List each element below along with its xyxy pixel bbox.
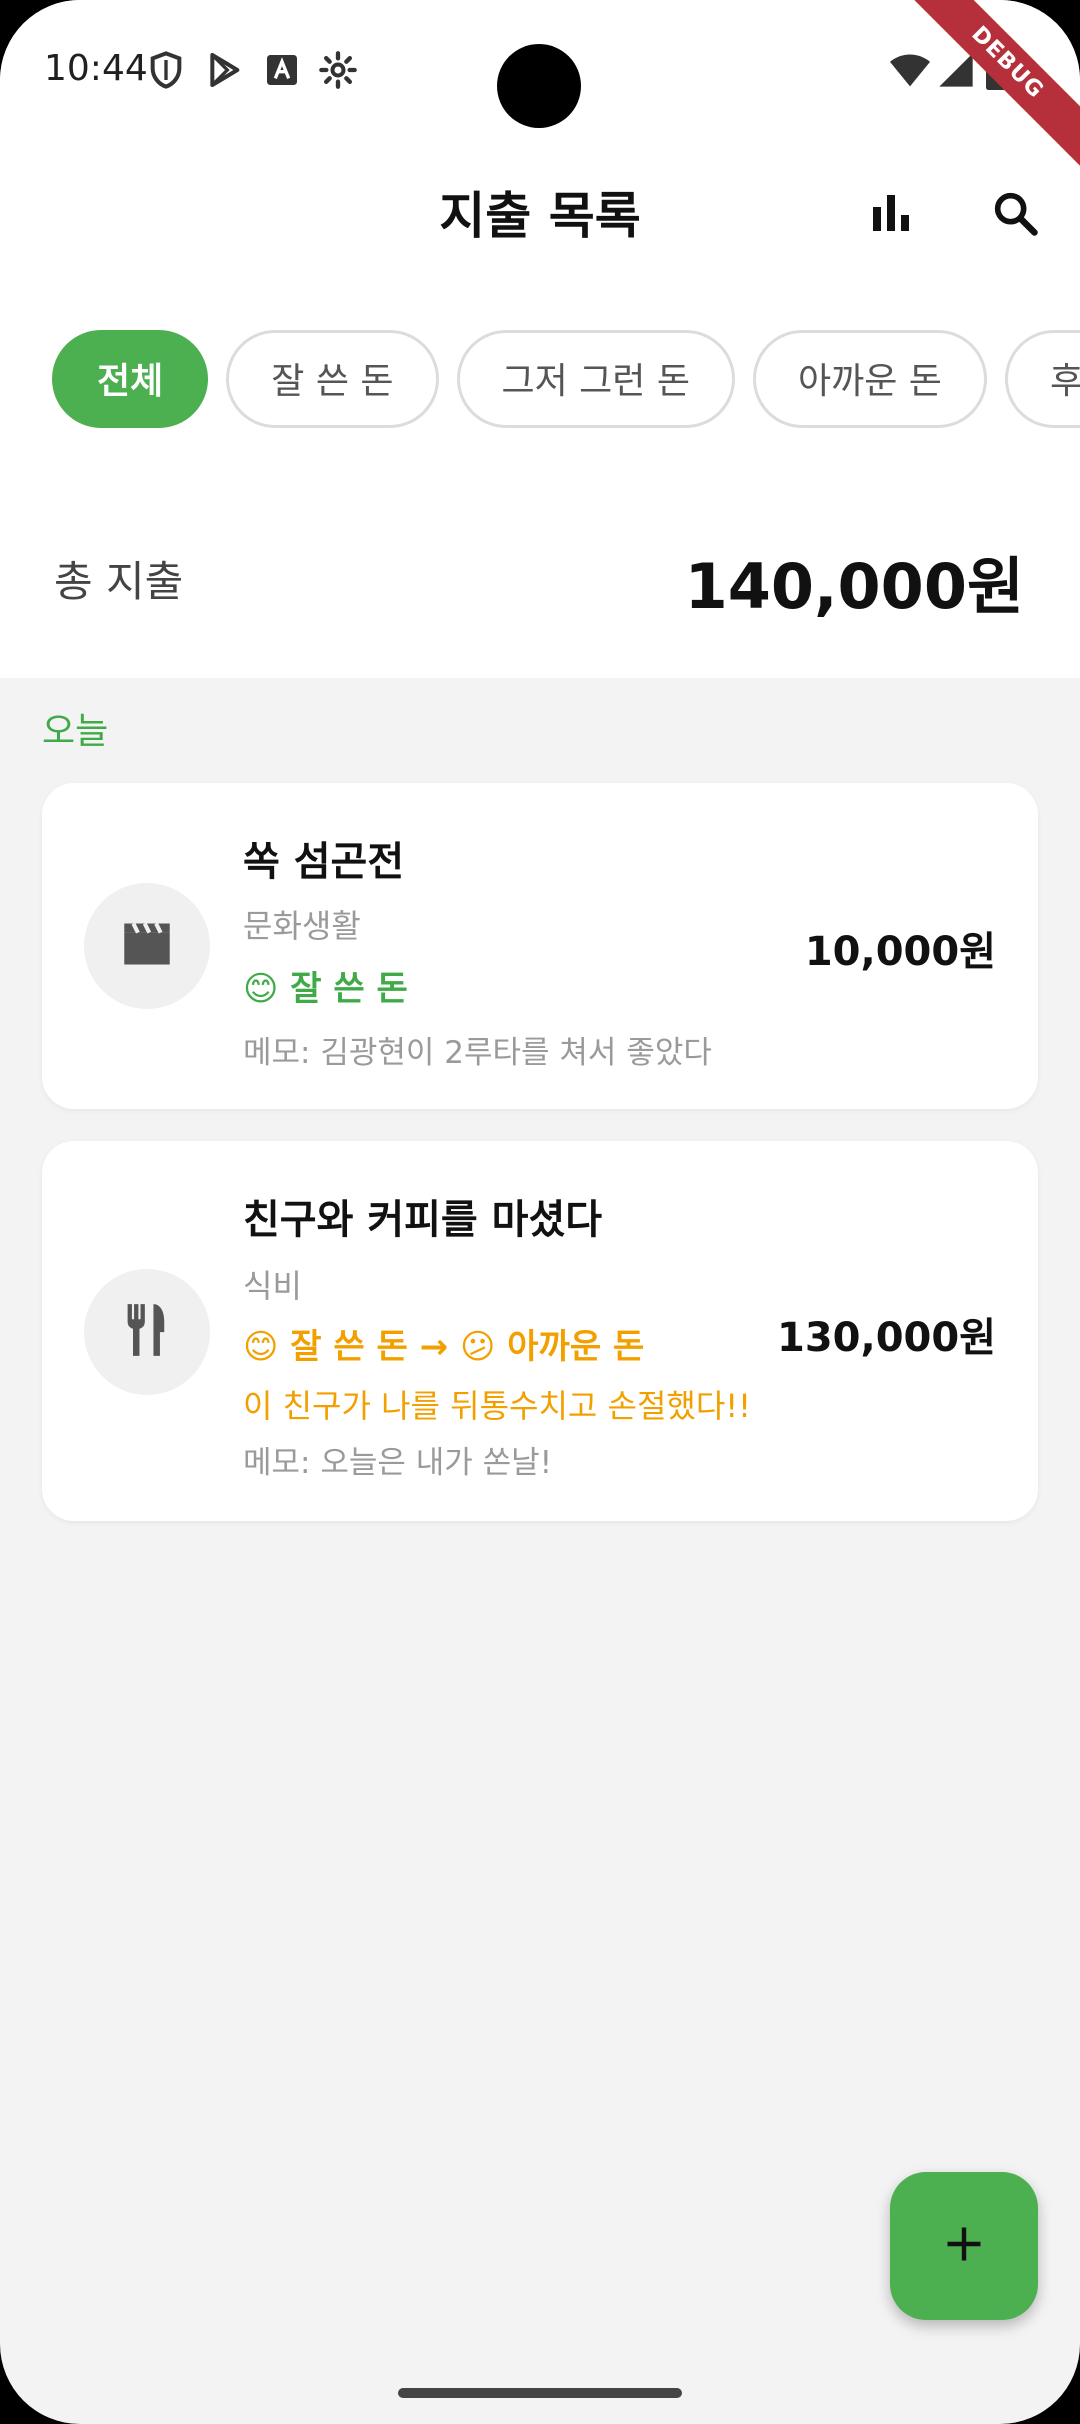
filter-chips: 전체 잘 쓴 돈 그저 그런 돈 아까운 돈후 xyxy=(52,330,1080,434)
evaluation-from: 😊 잘 쓴 돈 xyxy=(243,1327,408,1367)
add-expense-button[interactable] xyxy=(890,2172,1038,2320)
camera-cutout xyxy=(497,44,581,128)
statistics-button[interactable] xyxy=(856,180,926,250)
category-icon-circle xyxy=(84,1269,210,1395)
expense-card[interactable]: 친구와 커피를 마셨다 식비 😊 잘 쓴 돈 → 😕 아까운 돈 이 친구가 나… xyxy=(42,1141,1038,1521)
status-time: 10:44 xyxy=(44,48,148,89)
status-bar: 10:44 DEBUG xyxy=(0,0,1080,181)
wifi-icon xyxy=(888,50,932,90)
date-section-label: 오늘 xyxy=(42,711,109,752)
expense-evaluation: 😊 잘 쓴 돈 xyxy=(243,969,408,1009)
total-label: 총 지출 xyxy=(54,557,184,606)
expense-card[interactable]: 쏙 섬곤전 문화생활 😊 잘 쓴 돈 메모: 김광현이 2루타를 쳐서 좋았다 … xyxy=(42,783,1038,1109)
movie-clapper-icon xyxy=(119,919,175,973)
expense-category: 문화생활 xyxy=(243,907,361,945)
play-store-icon xyxy=(204,50,244,90)
expense-category: 식비 xyxy=(243,1267,302,1305)
chip-so-so-money[interactable]: 그저 그런 돈 xyxy=(456,330,735,428)
evaluation-arrow: → xyxy=(419,1327,449,1367)
expense-title: 친구와 커피를 마셨다 xyxy=(243,1197,603,1243)
chip-good-money[interactable]: 잘 쓴 돈 xyxy=(226,330,439,428)
expense-title: 쏙 섬곤전 xyxy=(243,839,405,885)
chip-all[interactable]: 전체 xyxy=(52,330,209,428)
chip-more[interactable]: 후 xyxy=(1004,330,1080,428)
expense-memo: 메모: 김광현이 2루타를 쳐서 좋았다 xyxy=(243,1035,712,1071)
home-indicator[interactable] xyxy=(398,2388,682,2398)
gear-icon xyxy=(318,50,358,90)
search-icon xyxy=(989,187,1041,243)
bar-chart-icon xyxy=(867,189,915,241)
expense-amount: 130,000원 xyxy=(777,1315,996,1361)
total-amount: 140,000원 xyxy=(684,550,1024,623)
text-a-icon xyxy=(262,50,302,90)
chip-wasted-money[interactable]: 아까운 돈 xyxy=(753,330,987,428)
plus-icon xyxy=(942,2222,986,2270)
category-icon-circle xyxy=(84,883,210,1009)
expense-amount: 10,000원 xyxy=(804,929,996,975)
evaluation-to: 😕 아까운 돈 xyxy=(459,1327,645,1367)
app-screen: 10:44 DEBUG 지출 목록 전체 잘 쓴 돈 그저 그런 돈 아까운 돈… xyxy=(0,0,1080,2424)
expense-evaluation-change: 😊 잘 쓴 돈 → 😕 아까운 돈 xyxy=(243,1319,644,1368)
fork-knife-icon xyxy=(121,1302,173,1362)
expense-memo: 메모: 오늘은 내가 쏜날! xyxy=(243,1445,553,1481)
evaluation-change-reason: 이 친구가 나를 뒤통수치고 손절했다!! xyxy=(243,1387,751,1425)
search-button[interactable] xyxy=(980,180,1050,250)
shield-icon xyxy=(146,50,186,90)
